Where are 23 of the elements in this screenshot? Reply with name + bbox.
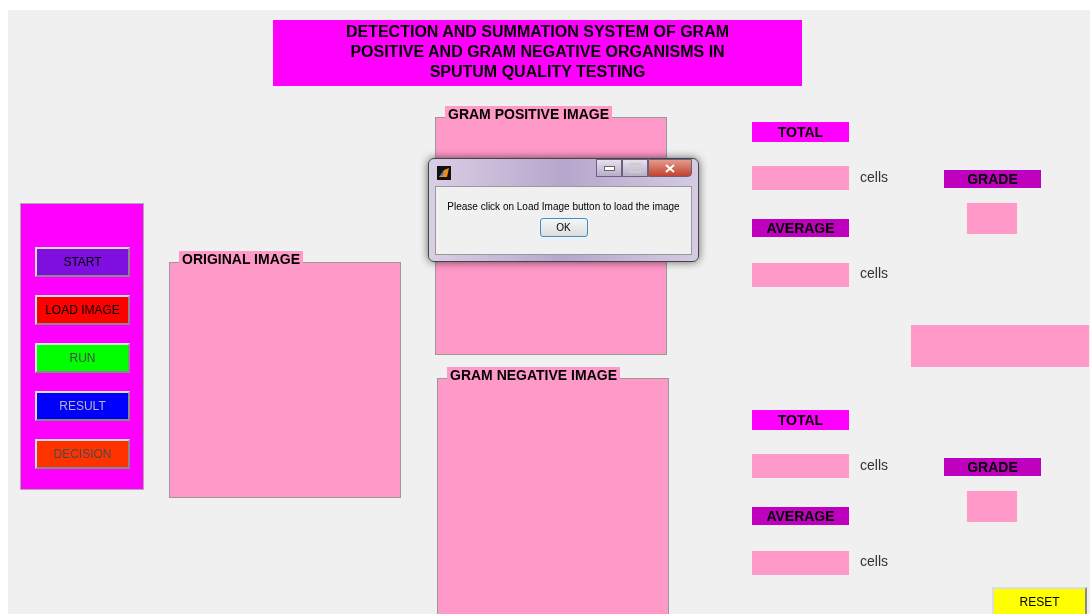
unit-label: cells bbox=[860, 169, 888, 185]
control-button[interactable]: LOAD IMAGE bbox=[35, 295, 130, 325]
grade-field bbox=[967, 491, 1017, 522]
app-icon bbox=[437, 165, 451, 180]
unit-label: cells bbox=[860, 265, 888, 281]
unit-label: cells bbox=[860, 553, 888, 569]
reset-button[interactable]: RESET bbox=[992, 587, 1087, 614]
minimize-button[interactable] bbox=[596, 159, 622, 177]
total-label: TOTAL bbox=[752, 410, 849, 430]
total-label: TOTAL bbox=[752, 122, 849, 142]
ok-button[interactable]: OK bbox=[539, 218, 588, 237]
grade-label: GRADE bbox=[944, 458, 1041, 476]
average-label: AVERAGE bbox=[752, 219, 849, 237]
close-icon bbox=[665, 163, 675, 173]
average-label: AVERAGE bbox=[752, 507, 849, 525]
grade-field bbox=[967, 203, 1017, 234]
app-title: DETECTION AND SUMMATION SYSTEM OF GRAM POSITIVE AND GRAM NEGATIVE ORGANISMS IN SPUTUM QUALITY TESTING bbox=[273, 20, 802, 86]
dialog-message: Please click on Load Image button to load the image bbox=[447, 201, 680, 212]
grade-label: GRADE bbox=[944, 170, 1041, 188]
maximize-button[interactable] bbox=[622, 159, 648, 177]
unit-label: cells bbox=[860, 457, 888, 473]
close-button[interactable] bbox=[648, 159, 692, 177]
control-button[interactable]: START bbox=[35, 247, 130, 277]
